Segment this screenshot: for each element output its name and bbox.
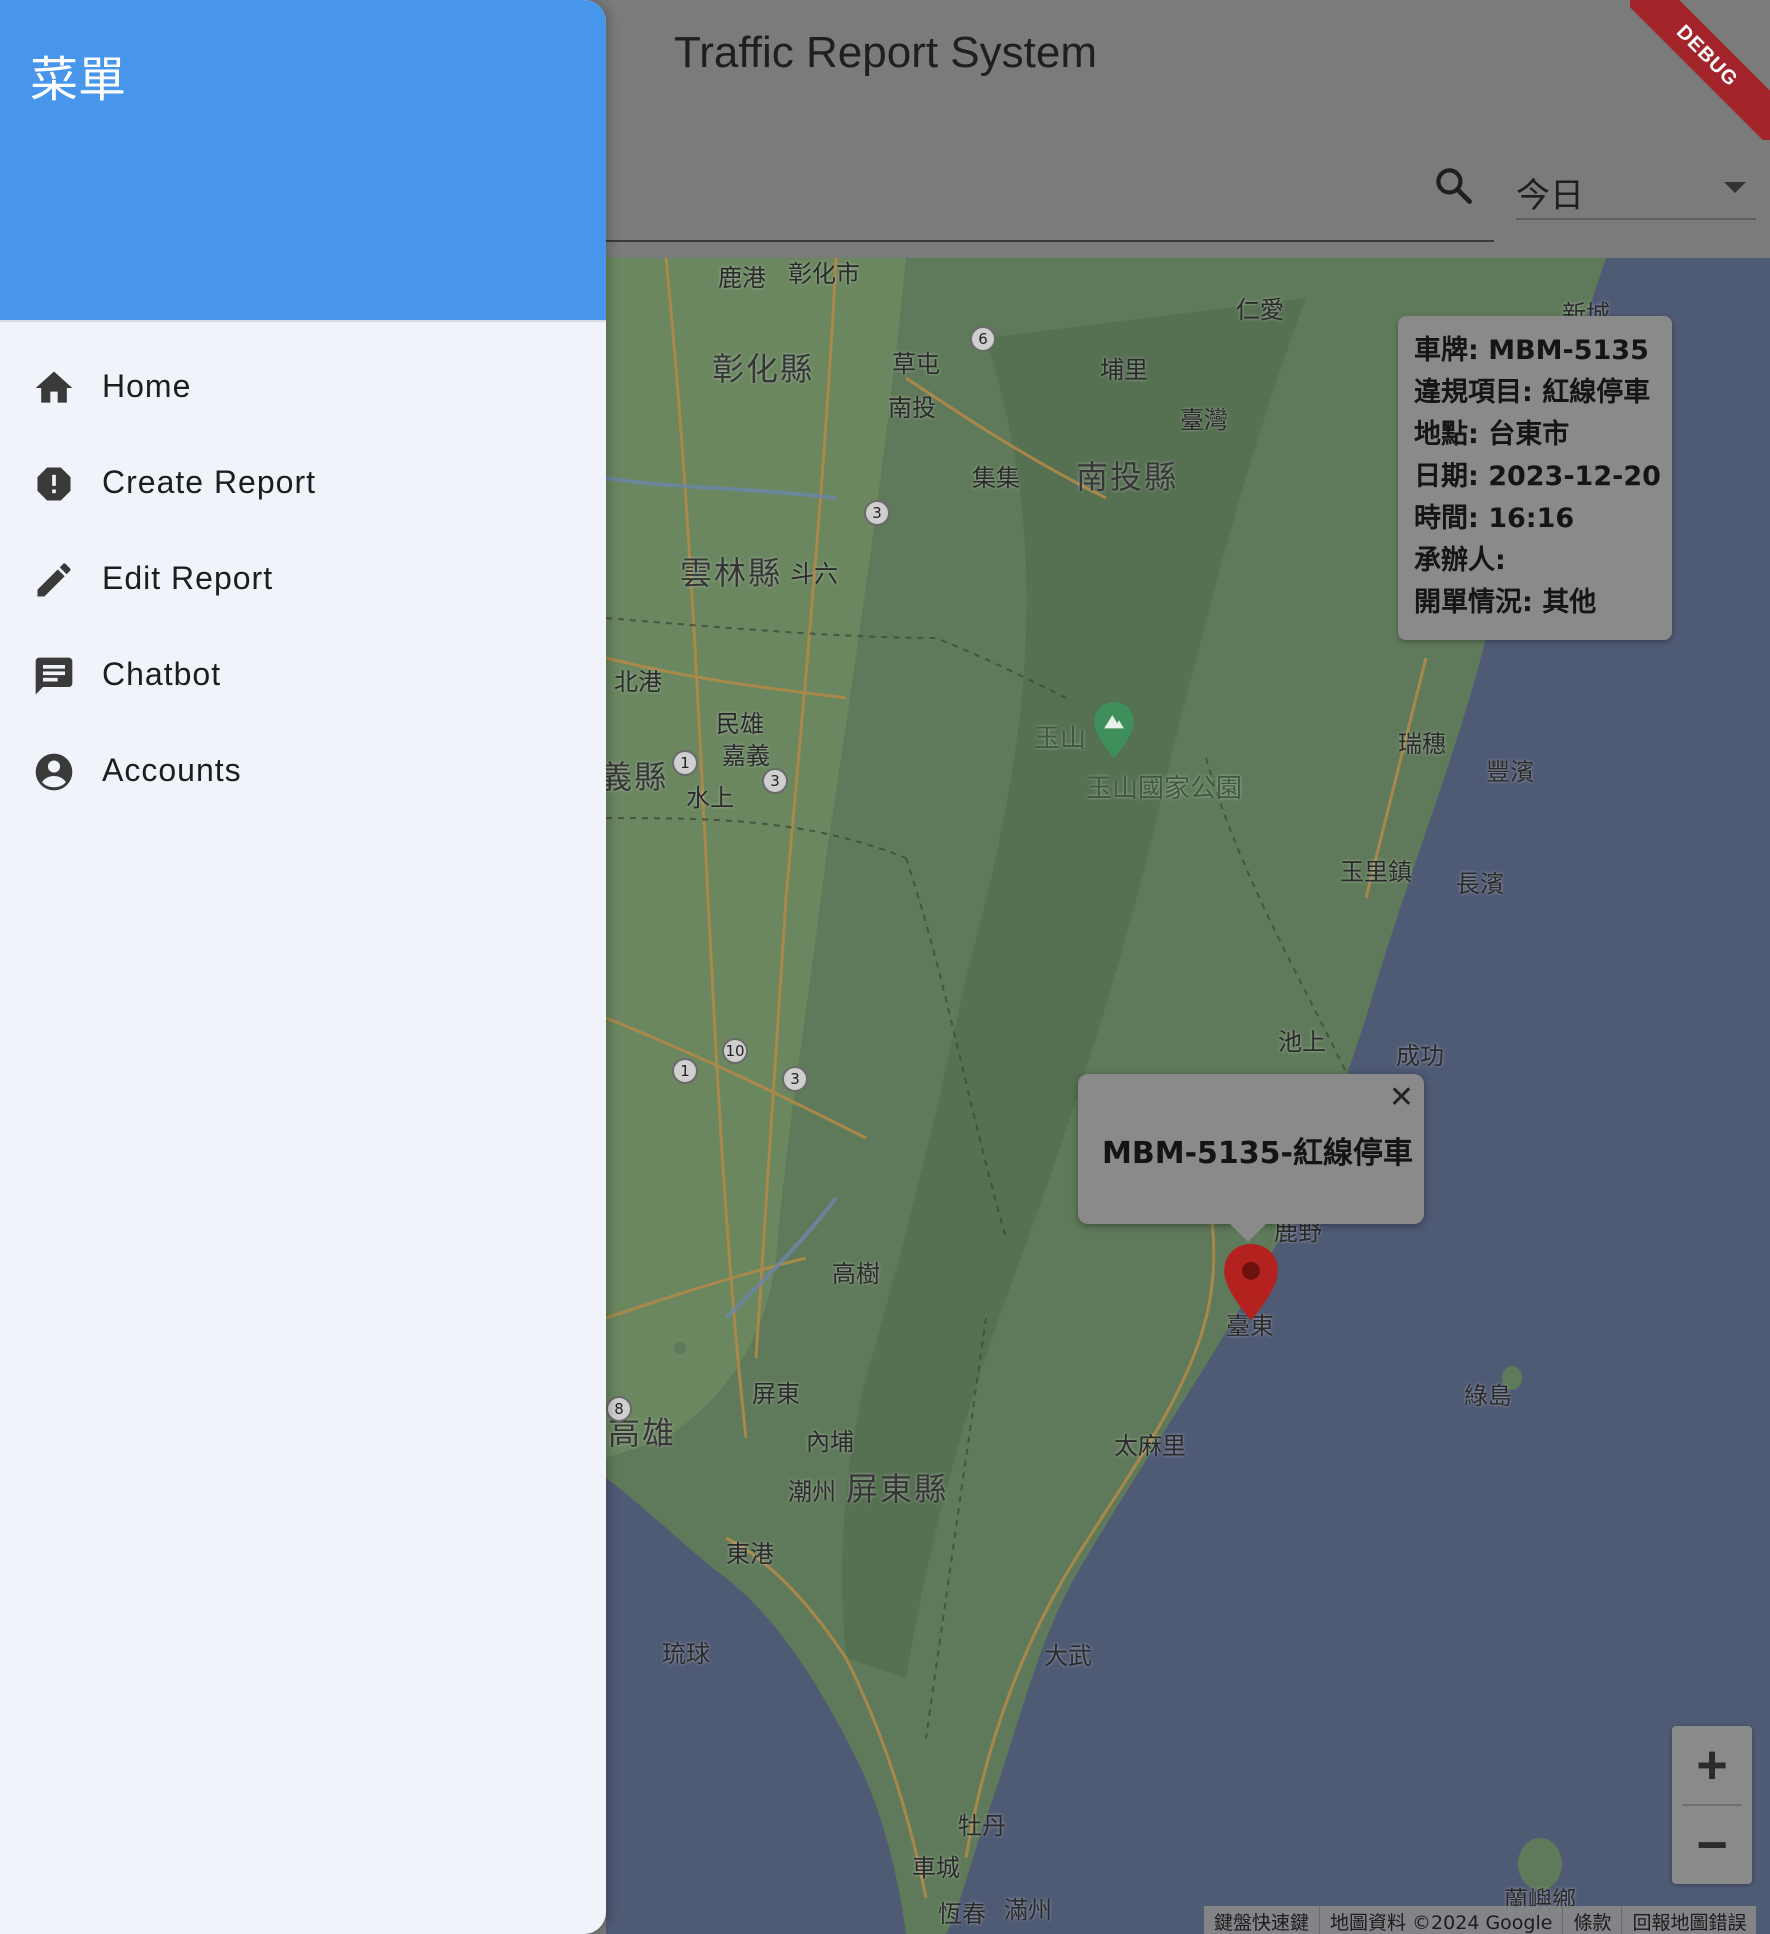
time-text: 時間: 16:16 <box>1414 503 1575 534</box>
route-shield: 3 <box>762 768 788 794</box>
report-error-link[interactable]: 回報地圖錯誤 <box>1621 1906 1756 1934</box>
route-shield: 1 <box>672 1058 698 1084</box>
nav-item-label: Edit Report <box>102 560 274 596</box>
map-label: 屏東縣 <box>846 1470 949 1508</box>
date-filter-value: 今日 <box>1516 176 1584 216</box>
report-icon <box>37 467 71 501</box>
ticket-status-text: 開單情況: 其他 <box>1414 587 1597 618</box>
officer-text: 承辦人: <box>1414 545 1506 576</box>
map-label: 長濱 <box>1456 870 1504 898</box>
route-shield: 8 <box>606 1396 632 1422</box>
map-label: 內埔 <box>806 1428 854 1456</box>
map-label: 瑞穗 <box>1398 730 1446 758</box>
marker-info-text: MBM-5135-紅線停車 <box>1102 1136 1413 1171</box>
mountain-poi-icon[interactable] <box>1094 702 1134 758</box>
map-label: 太麻里 <box>1114 1432 1186 1460</box>
date-text: 日期: 2023-12-20 <box>1414 461 1661 492</box>
nav-item-home[interactable]: Home <box>0 340 606 436</box>
map-label: 草屯 <box>892 350 940 378</box>
map-label: 恆春 <box>938 1900 986 1928</box>
map-label: 彰化市 <box>788 260 860 288</box>
zoom-controls: + − <box>1672 1726 1752 1884</box>
map-label: 豐濱 <box>1486 758 1534 786</box>
map-label: 牡丹 <box>958 1812 1006 1840</box>
debug-banner-container: DEBUG <box>1630 0 1770 140</box>
nav-item-label: Accounts <box>102 752 242 788</box>
map-label: 高樹 <box>832 1260 880 1288</box>
route-shield: 3 <box>782 1066 808 1092</box>
map-label: 彰化縣 <box>712 350 815 388</box>
nav-item-edit-report[interactable]: Edit Report <box>0 532 606 628</box>
map-label: 臺灣 <box>1180 406 1228 434</box>
map-label: 民雄 <box>716 710 764 738</box>
nav-item-label: Chatbot <box>102 656 222 692</box>
nav-item-label: Home <box>102 368 192 404</box>
home-icon <box>35 371 73 403</box>
chevron-down-icon <box>1724 182 1746 193</box>
map-label: 車城 <box>912 1854 960 1882</box>
map-label: 斗六 <box>790 560 838 588</box>
debug-banner: DEBUG <box>1630 0 1770 140</box>
zoom-out-button[interactable]: − <box>1672 1806 1752 1884</box>
map-attribution: 鍵盤快速鍵 地圖資料 ©2024 Google 條款 回報地圖錯誤 <box>1204 1906 1757 1934</box>
map-label: 鹿港 <box>718 264 766 292</box>
map-marker-icon[interactable] <box>1224 1244 1278 1320</box>
plate-text: 車牌: MBM-5135 <box>1414 335 1649 366</box>
map-label: 綠島 <box>1464 1382 1512 1410</box>
drawer-header: 菜單 <box>0 0 606 322</box>
nav-item-accounts[interactable]: Accounts <box>0 724 606 820</box>
map-label: 東港 <box>726 1540 774 1568</box>
map-label: 成功 <box>1396 1042 1444 1070</box>
map-label: 滿州 <box>1004 1896 1052 1924</box>
map-label: 玉山 <box>1034 724 1087 754</box>
map-label: 南投縣 <box>1076 458 1179 496</box>
close-icon[interactable]: ✕ <box>1389 1080 1414 1115</box>
nav-item-chatbot[interactable]: Chatbot <box>0 628 606 724</box>
map-label: 玉里鎮 <box>1340 858 1412 886</box>
terms-link[interactable]: 條款 <box>1562 1906 1621 1934</box>
map-label: 義縣 <box>606 758 669 796</box>
map-label: 嘉義 <box>722 742 770 770</box>
map-label: 琉球 <box>662 1640 710 1668</box>
location-text: 地點: 台東市 <box>1414 419 1570 450</box>
map-label: 大武 <box>1044 1642 1092 1670</box>
map-label: 仁愛 <box>1236 296 1284 324</box>
map-label: 南投 <box>888 394 936 422</box>
liuqiu-island <box>674 1342 686 1354</box>
zoom-in-button[interactable]: + <box>1672 1726 1752 1804</box>
account-circle-icon <box>35 753 73 791</box>
map-label: 池上 <box>1278 1028 1326 1056</box>
map-label: 潮州 <box>788 1478 836 1506</box>
map-label: 北港 <box>614 668 662 696</box>
map-label: 集集 <box>972 464 1020 492</box>
app-title: Traffic Report System <box>674 28 1098 77</box>
drawer-title: 菜單 <box>30 52 127 108</box>
date-filter-dropdown[interactable]: 今日 <box>1516 164 1756 220</box>
search-icon[interactable] <box>1432 164 1476 208</box>
keyboard-shortcuts-link[interactable]: 鍵盤快速鍵 <box>1204 1906 1319 1934</box>
report-info-card: 車牌: MBM-5135 違規項目: 紅線停車 地點: 台東市 日期: 2023… <box>1398 316 1672 640</box>
map-label: 水上 <box>686 784 734 812</box>
violation-text: 違規項目: 紅線停車 <box>1414 377 1651 408</box>
navigation-drawer: 菜單 Home Create Report Edit Report Chatbo… <box>0 0 606 1934</box>
edit-icon <box>37 563 71 597</box>
route-shield: 6 <box>970 326 996 352</box>
search-input[interactable] <box>606 240 1494 242</box>
nav-item-create-report[interactable]: Create Report <box>0 436 606 532</box>
map-label: 雲林縣 <box>680 554 783 592</box>
map-label: 埔里 <box>1100 356 1148 384</box>
map-label: 屏東 <box>752 1380 800 1408</box>
map-data-text: 地圖資料 ©2024 Google <box>1319 1906 1562 1934</box>
marker-info-window: MBM-5135-紅線停車 ✕ <box>1078 1074 1424 1242</box>
nav-item-label: Create Report <box>102 464 316 500</box>
route-shield: 1 <box>672 750 698 776</box>
route-shield: 10 <box>722 1038 748 1064</box>
route-shield: 3 <box>864 500 890 526</box>
map-label: 玉山國家公園 <box>1086 774 1243 804</box>
chat-icon <box>35 657 73 695</box>
